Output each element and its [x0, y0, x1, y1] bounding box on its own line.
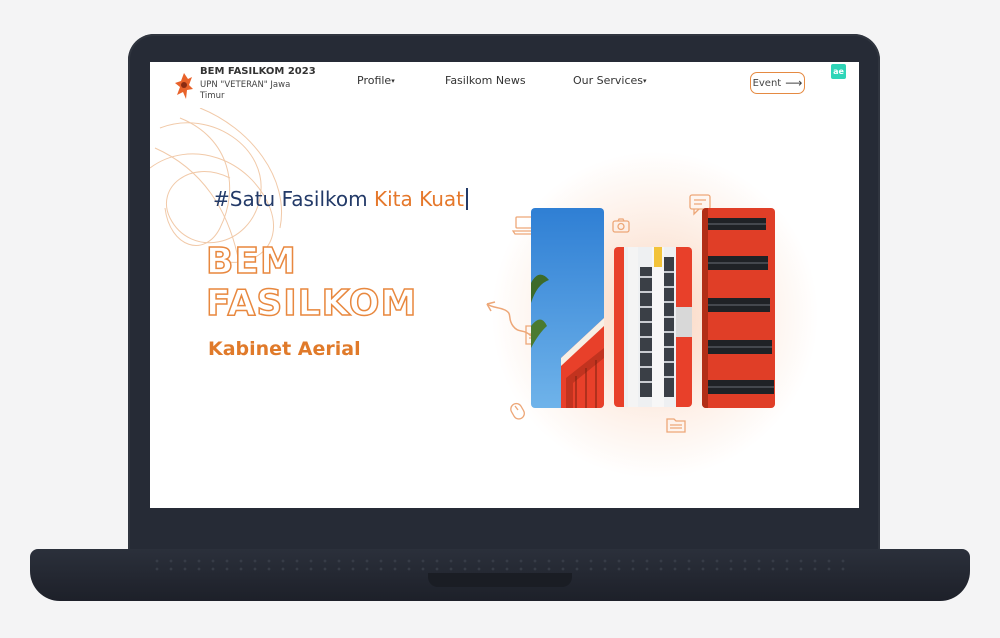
hashtag-part1: #Satu Fasilkom	[213, 187, 374, 211]
campus-photo-1	[531, 208, 604, 408]
ae-badge[interactable]: ae	[831, 64, 846, 79]
nav-our-services[interactable]: Our Services▾	[573, 74, 647, 87]
hashtag-part2: Kita Kuat	[374, 187, 465, 211]
camera-icon	[612, 218, 630, 233]
typing-cursor	[466, 188, 469, 210]
hero-hashtag: #Satu Fasilkom Kita Kuat	[213, 187, 469, 211]
campus-photo-3	[702, 208, 775, 408]
chevron-down-icon: ▾	[643, 77, 647, 85]
nav-profile[interactable]: Profile▾	[357, 74, 395, 87]
hero-title-line2: FASILKOM	[205, 283, 418, 325]
laptop-notch	[428, 573, 572, 587]
nav-news-label: Fasilkom News	[445, 74, 526, 87]
nav-services-label: Our Services	[573, 74, 644, 87]
keyboard-texture	[150, 557, 850, 573]
arrow-right-icon: ⟶	[785, 76, 803, 90]
event-button-label: Event	[752, 77, 782, 89]
logo-icon[interactable]	[174, 71, 194, 101]
hero-title-line1: BEM	[205, 241, 297, 283]
brand-subtitle: UPN "VETERAN" Jawa Timur	[200, 80, 291, 101]
event-button[interactable]: Event ⟶	[750, 72, 805, 94]
chevron-down-icon: ▾	[391, 77, 395, 85]
nav-profile-label: Profile	[357, 74, 392, 87]
folder-icon	[666, 418, 686, 433]
mouse-icon	[510, 402, 525, 420]
brand-title: BEM FASILKOM 2023	[200, 66, 316, 77]
nav-fasilkom-news[interactable]: Fasilkom News	[445, 74, 526, 87]
hero-subtitle: Kabinet Aerial	[208, 338, 361, 360]
website-screen: BEM FASILKOM 2023 UPN "VETERAN" Jawa Tim…	[150, 62, 859, 508]
campus-photo-2	[614, 247, 692, 407]
